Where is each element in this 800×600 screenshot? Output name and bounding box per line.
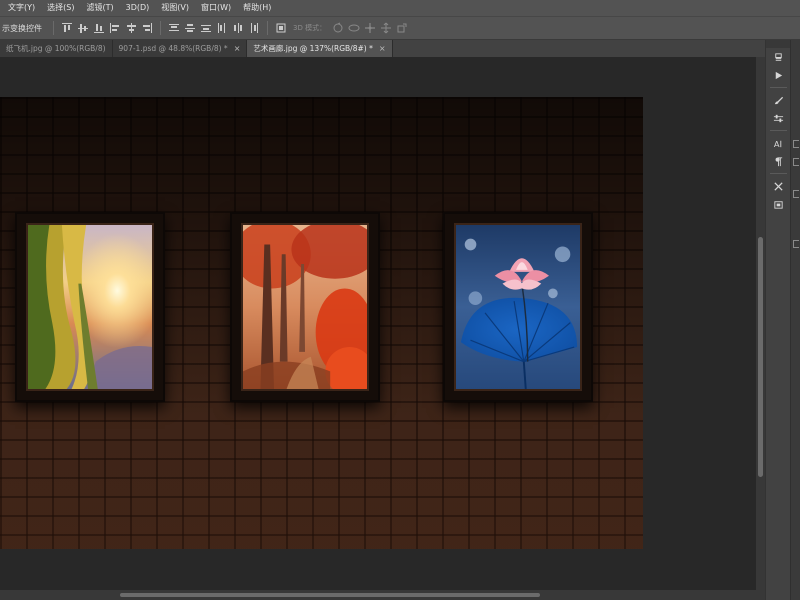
align-right-edges-icon[interactable] [140, 21, 154, 35]
svg-text:A: A [774, 139, 780, 149]
tab-art-gallery[interactable]: 艺术画廊.jpg @ 137%(RGB/8#) * × [247, 40, 393, 57]
artwork-lotus-leaf [456, 225, 580, 389]
divider [267, 21, 268, 35]
align-left-edges-icon[interactable] [108, 21, 122, 35]
distribute-left-icon[interactable] [215, 21, 229, 35]
menu-filter[interactable]: 滤镜(T) [80, 0, 119, 16]
divider [770, 173, 787, 174]
layer-comps-icon[interactable] [766, 195, 791, 213]
distribute-vertical-centers-icon[interactable] [183, 21, 197, 35]
3d-roll-icon[interactable] [347, 21, 361, 35]
panel-grip[interactable] [766, 40, 790, 48]
3d-pan-icon[interactable] [363, 21, 377, 35]
panel-icon-strip: A [765, 40, 790, 600]
align-vertical-centers-icon[interactable] [76, 21, 90, 35]
align-top-edges-icon[interactable] [60, 21, 74, 35]
3d-slide-icon[interactable] [379, 21, 393, 35]
document-canvas[interactable] [0, 97, 643, 549]
picture-frame-right[interactable] [443, 212, 593, 402]
frame-mat [26, 223, 154, 391]
vertical-scrollbar[interactable] [756, 57, 765, 590]
3d-rotate-icon[interactable] [331, 21, 345, 35]
actions-panel-icon[interactable] [766, 66, 791, 84]
menu-help[interactable]: 帮助(H) [237, 0, 277, 16]
tab-label: 907-1.psd @ 48.8%(RGB/8) * [118, 44, 228, 53]
sunset-hills-image [28, 225, 152, 389]
picture-frame-left[interactable] [15, 212, 165, 402]
brush-settings-icon[interactable] [766, 91, 791, 109]
menu-type[interactable]: 文字(Y) [2, 0, 41, 16]
tab-label: 纸飞机.jpg @ 100%(RGB/8) [6, 44, 106, 53]
auto-align-layers-icon[interactable] [274, 21, 288, 35]
options-bar: 示变换控件 3D 模式： [0, 16, 800, 40]
canvas-workspace[interactable] [0, 57, 756, 590]
history-panel-icon[interactable] [766, 48, 791, 66]
paragraph-panel-icon[interactable] [766, 152, 791, 170]
vertical-scroll-thumb[interactable] [758, 237, 763, 477]
distribute-horizontal-centers-icon[interactable] [231, 21, 245, 35]
distribute-bottom-icon[interactable] [199, 21, 213, 35]
panel-tab-nub[interactable] [793, 190, 799, 198]
menu-select[interactable]: 选择(S) [41, 0, 80, 16]
align-horizontal-centers-icon[interactable] [124, 21, 138, 35]
artwork-autumn-forest [243, 225, 367, 389]
menu-3d[interactable]: 3D(D) [120, 0, 156, 16]
tab-paper-plane[interactable]: 纸飞机.jpg @ 100%(RGB/8) [0, 40, 113, 57]
horizontal-scrollbar[interactable] [0, 590, 765, 600]
lotus-leaf-image [456, 225, 580, 389]
tab-label: 艺术画廊.jpg @ 137%(RGB/8#) * [253, 44, 373, 53]
divider [160, 21, 161, 35]
show-transform-controls-label[interactable]: 示变换控件 [0, 23, 48, 34]
photoshop-window: 文字(Y) 选择(S) 滤镜(T) 3D(D) 视图(V) 窗口(W) 帮助(H… [0, 0, 800, 600]
document-tab-bar: 纸飞机.jpg @ 100%(RGB/8) 907-1.psd @ 48.8%(… [0, 40, 765, 57]
frame-mat [241, 223, 369, 391]
horizontal-scroll-thumb[interactable] [120, 593, 540, 597]
menu-window[interactable]: 窗口(W) [195, 0, 237, 16]
panel-tab-nub[interactable] [793, 158, 799, 166]
distribute-right-icon[interactable] [247, 21, 261, 35]
close-icon[interactable]: × [379, 44, 386, 53]
distribute-top-icon[interactable] [167, 21, 181, 35]
artwork-sunset-hills [28, 225, 152, 389]
adjustments-icon[interactable] [766, 109, 791, 127]
collapsed-panel-dock[interactable] [790, 40, 800, 600]
3d-scale-icon[interactable] [395, 21, 409, 35]
align-bottom-edges-icon[interactable] [92, 21, 106, 35]
menu-view[interactable]: 视图(V) [155, 0, 195, 16]
3d-mode-label: 3D 模式： [293, 24, 327, 32]
menu-bar: 文字(Y) 选择(S) 滤镜(T) 3D(D) 视图(V) 窗口(W) 帮助(H… [0, 0, 800, 16]
tool-presets-icon[interactable] [766, 177, 791, 195]
picture-frame-center[interactable] [230, 212, 380, 402]
divider [770, 130, 787, 131]
tab-907-1[interactable]: 907-1.psd @ 48.8%(RGB/8) * × [112, 40, 248, 57]
autumn-forest-image [243, 225, 367, 389]
character-panel-icon[interactable]: A [766, 134, 791, 152]
panel-tab-nub[interactable] [793, 240, 799, 248]
frame-mat [454, 223, 582, 391]
divider [770, 87, 787, 88]
divider [53, 21, 54, 35]
panel-tab-nub[interactable] [793, 140, 799, 148]
close-icon[interactable]: × [234, 44, 241, 53]
